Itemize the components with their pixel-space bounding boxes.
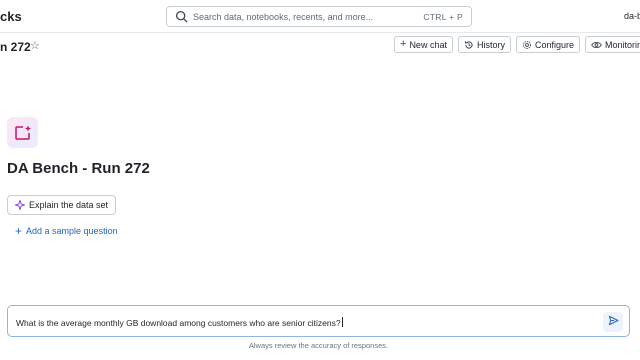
workspace-user[interactable]: da-b (624, 11, 640, 21)
chat-input[interactable]: What is the average monthly GB download … (7, 305, 630, 337)
send-icon (608, 313, 619, 331)
top-bar: cks Search data, notebooks, recents, and… (0, 0, 640, 33)
search-shortcut: CTRL + P (423, 11, 463, 22)
gear-icon (522, 40, 532, 50)
explain-label: Explain the data set (29, 200, 109, 210)
explain-data-set-button[interactable]: Explain the data set (7, 195, 117, 215)
sparkle-icon (15, 200, 25, 210)
add-sample-question-link[interactable]: + Add a sample question (15, 225, 118, 237)
monitoring-button[interactable]: Monitoring (585, 36, 640, 53)
history-label: History (476, 39, 505, 50)
monitoring-label: Monitoring (605, 39, 640, 50)
page-title: n 272 (0, 40, 31, 54)
new-chat-label: New chat (409, 39, 447, 50)
search-icon (175, 10, 188, 23)
title-row: n 272 ☆ + New chat History Configure Mon… (0, 34, 640, 58)
plus-icon: + (15, 224, 23, 238)
send-button[interactable] (603, 312, 623, 332)
accuracy-disclaimer: Always review the accuracy of responses. (248, 341, 389, 350)
chat-input-text[interactable]: What is the average monthly GB download … (16, 317, 343, 328)
configure-label: Configure (534, 39, 575, 50)
history-icon (464, 40, 474, 50)
new-chat-button[interactable]: + New chat (394, 36, 453, 53)
search-placeholder: Search data, notebooks, recents, and mor… (193, 11, 374, 22)
add-sample-label: Add a sample question (26, 226, 118, 236)
configure-button[interactable]: Configure (515, 36, 581, 53)
favorite-star-icon[interactable]: ☆ (30, 39, 40, 52)
brand-logo[interactable]: cks (0, 9, 22, 24)
eye-icon (591, 40, 602, 50)
history-button[interactable]: History (457, 36, 511, 53)
space-title: DA Bench - Run 272 (7, 160, 150, 177)
text-caret (341, 317, 343, 327)
page-actions: + New chat History Configure Monitoring (394, 36, 640, 54)
plus-icon: + (400, 38, 407, 50)
genie-space-icon (7, 117, 38, 148)
global-search[interactable]: Search data, notebooks, recents, and mor… (166, 6, 472, 27)
